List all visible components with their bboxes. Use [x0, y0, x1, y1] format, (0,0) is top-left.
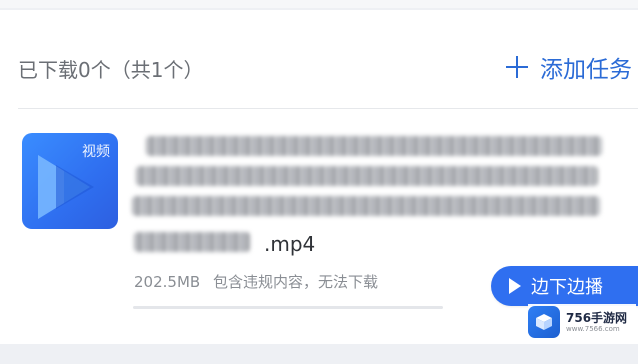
download-item[interactable]: 视频 .mp4 202.5MB 包含违规内容，无法下载 边下边播: [0, 110, 638, 324]
file-size: 202.5MB: [134, 273, 201, 291]
top-strip: [0, 0, 638, 8]
download-count-label: 已下载0个（共1个）: [18, 58, 204, 82]
file-status: 包含违规内容，无法下载: [212, 273, 378, 291]
divider: [18, 108, 638, 109]
file-meta: 202.5MB 包含违规内容，无法下载: [134, 271, 378, 292]
stream-play-button[interactable]: 边下边播: [491, 266, 638, 306]
video-play-icon: [38, 155, 94, 219]
site-watermark: 756手游网 www.7566.com: [528, 304, 636, 340]
watermark-logo-icon: [528, 306, 560, 338]
filename-extension: .mp4: [264, 232, 316, 256]
plus-icon: [506, 56, 528, 78]
watermark-url: www.7566.com: [566, 324, 620, 333]
stream-play-label: 边下边播: [531, 277, 603, 298]
download-progress-bar: [133, 306, 443, 309]
download-panel: 已下载0个（共1个） 添加任务 视频 .mp4 202.5MB 包含违规内容，无…: [0, 10, 638, 344]
video-thumbnail[interactable]: 视频: [22, 133, 118, 229]
watermark-title: 756手游网: [566, 310, 628, 325]
add-task-button[interactable]: 添加任务: [506, 50, 632, 84]
add-task-label: 添加任务: [540, 57, 632, 83]
play-icon: [509, 278, 521, 294]
bottom-strip: [0, 344, 638, 364]
download-header: 已下载0个（共1个） 添加任务: [18, 54, 638, 83]
filename-blurred: [132, 128, 612, 252]
